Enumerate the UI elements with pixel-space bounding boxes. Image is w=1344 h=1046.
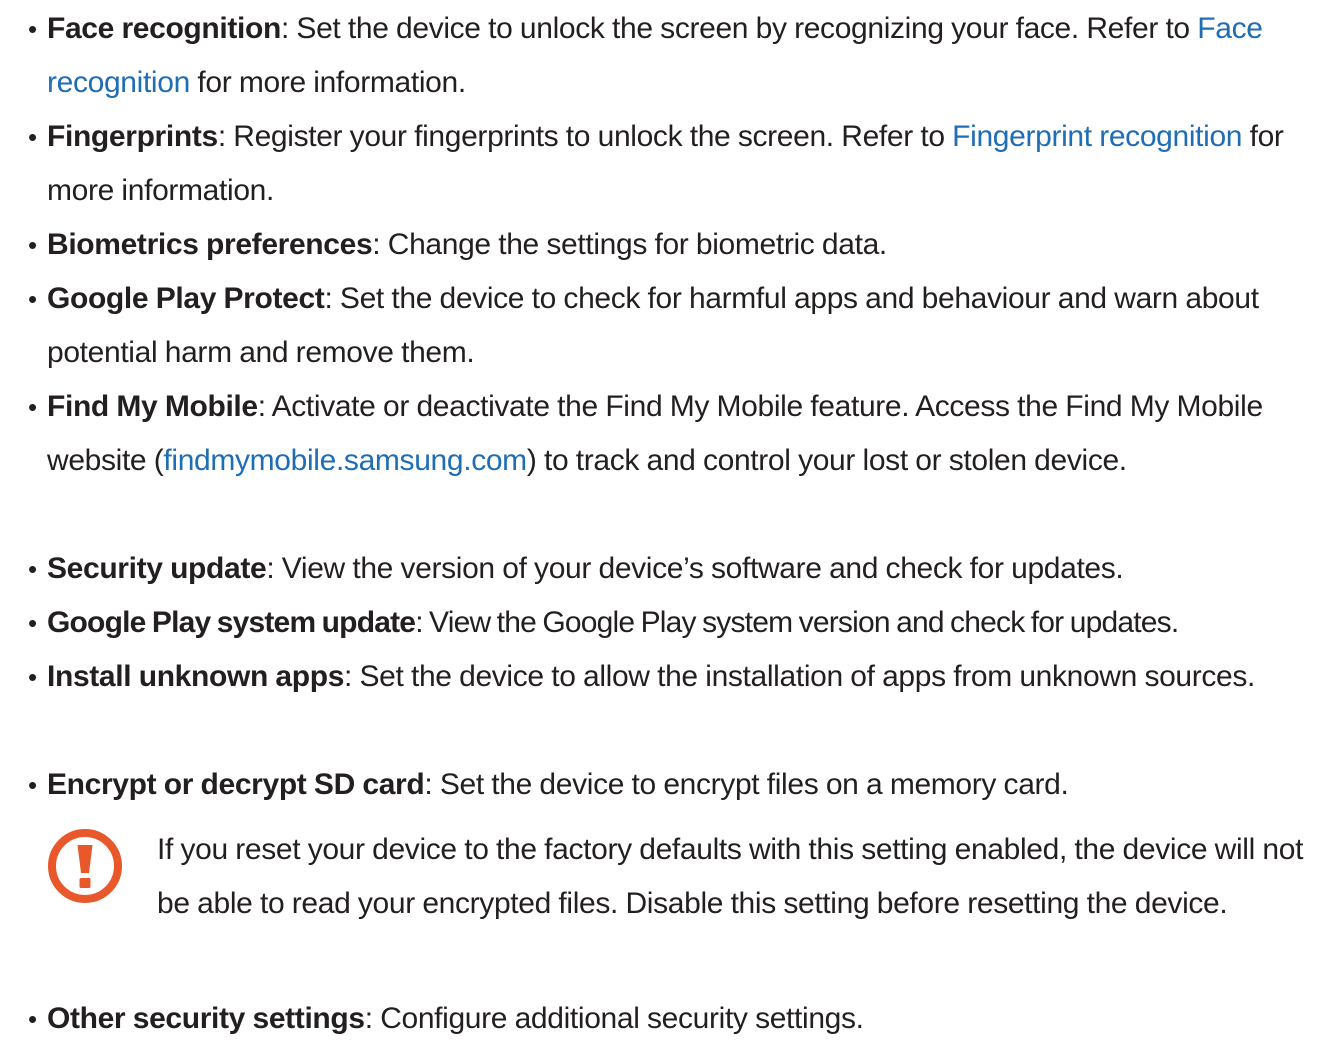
- item-description-end: for more information.: [189, 66, 466, 99]
- item-description: : View the Google Play system version an…: [415, 606, 1179, 639]
- item-description: : Set the device to unlock the screen by…: [280, 12, 1198, 45]
- item-text: Find My Mobile: Activate or deactivate t…: [47, 380, 1336, 488]
- bullet: •: [28, 122, 38, 152]
- bullet: •: [28, 662, 38, 692]
- bullet: •: [28, 1004, 38, 1034]
- item-description-end: ) to track and control your lost or stol…: [526, 444, 1127, 477]
- item-term: Google Play system update: [47, 606, 416, 639]
- item-text: Face recognition: Set the device to unlo…: [47, 2, 1336, 110]
- bullet: •: [28, 392, 38, 422]
- item-description: : View the version of your device’s soft…: [266, 552, 1124, 585]
- item-term: Install unknown apps: [47, 660, 345, 693]
- bullet: •: [28, 554, 38, 584]
- item-text: Biometrics preferences: Change the setti…: [47, 218, 1336, 272]
- item-term: Find My Mobile: [47, 390, 258, 423]
- item-text: Other security settings: Configure addit…: [47, 992, 1336, 1046]
- item-description: : Set the device to encrypt files on a m…: [424, 768, 1069, 801]
- item-term: Biometrics preferences: [47, 228, 373, 261]
- item-text: Install unknown apps: Set the device to …: [47, 650, 1336, 704]
- item-term: Fingerprints: [47, 120, 218, 153]
- bullet: •: [28, 230, 38, 260]
- item-text: Encrypt or decrypt SD card: Set the devi…: [47, 758, 1336, 812]
- item-description: : Configure additional security settings…: [364, 1002, 864, 1035]
- item-text: Security update: View the version of you…: [47, 542, 1336, 596]
- item-term: Security update: [47, 552, 267, 585]
- caution-note: If you reset your device to the factory …: [157, 833, 1304, 920]
- bullet: •: [28, 14, 38, 44]
- bullet: •: [28, 770, 38, 800]
- item-term: Face recognition: [47, 12, 281, 45]
- bullet: •: [28, 284, 38, 314]
- item-text: Fingerprints: Register your fingerprints…: [47, 110, 1336, 218]
- caution-icon: [47, 828, 123, 904]
- item-term: Other security settings: [47, 1002, 365, 1035]
- item-description: : Set the device to allow the installati…: [344, 660, 1256, 693]
- item-term: Encrypt or decrypt SD card: [47, 768, 425, 801]
- bullet: •: [28, 608, 38, 638]
- findmymobile-link[interactable]: findmymobile.samsung.com: [163, 444, 527, 477]
- item-text: Google Play system update: View the Goog…: [47, 596, 1336, 650]
- item-text: Google Play Protect: Set the device to c…: [47, 272, 1336, 380]
- item-description: : Change the settings for biometric data…: [372, 228, 887, 261]
- item-description: : Register your fingerprints to unlock t…: [217, 120, 953, 153]
- item-term: Google Play Protect: [47, 282, 325, 315]
- fingerprint-recognition-link[interactable]: Fingerprint recognition: [952, 120, 1242, 153]
